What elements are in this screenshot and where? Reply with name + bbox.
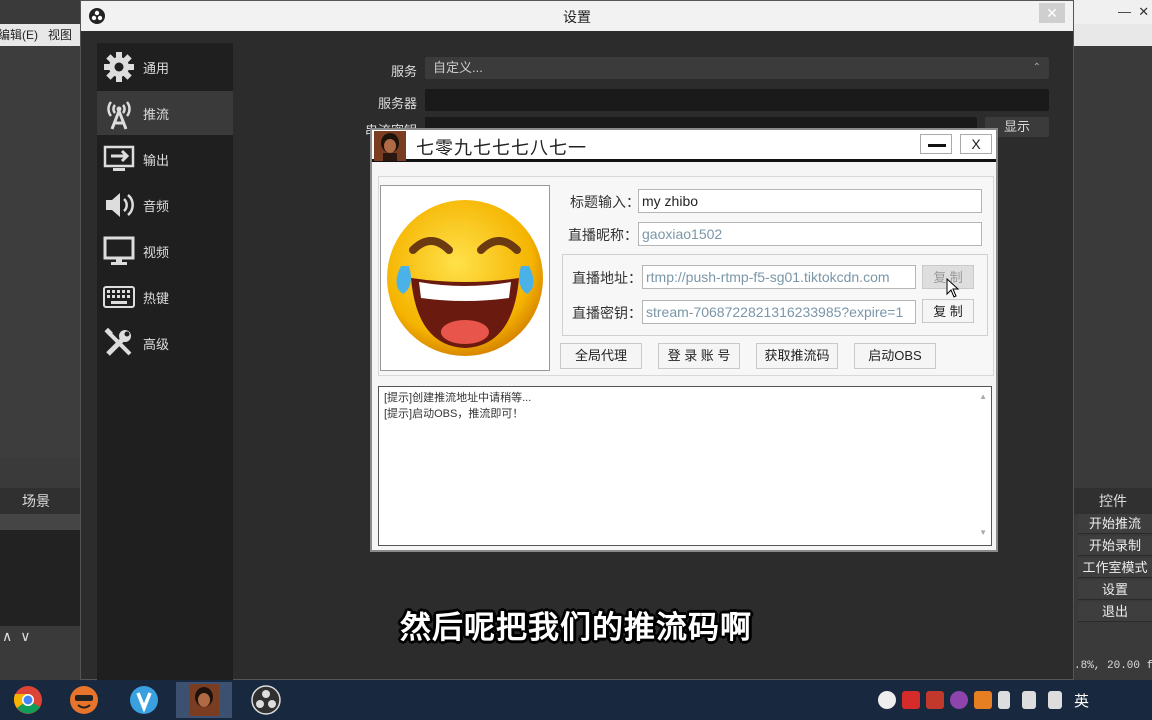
- obs-menubar: 编辑(E) 视图: [0, 24, 80, 46]
- obs-preview: [0, 46, 80, 458]
- minimize-icon[interactable]: —: [1118, 4, 1131, 19]
- launch-obs-button[interactable]: 启动OBS: [854, 343, 936, 369]
- login-account-button[interactable]: 登 录 账 号: [658, 343, 740, 369]
- start-recording-button[interactable]: 开始录制: [1078, 536, 1152, 556]
- server-input[interactable]: [425, 89, 1049, 111]
- scene-item[interactable]: [0, 514, 80, 530]
- start-streaming-button[interactable]: 开始推流: [1078, 514, 1152, 534]
- stream-address-label: 直播地址：: [572, 270, 642, 286]
- close-button[interactable]: X: [960, 134, 992, 154]
- title-input[interactable]: my zhibo: [638, 189, 982, 213]
- menu-view[interactable]: 视图: [48, 28, 72, 42]
- nav-advanced[interactable]: 高级: [97, 321, 233, 365]
- keyboard-icon: [101, 279, 137, 315]
- laughing-emoji-image: [380, 185, 550, 371]
- tray-qq-icon[interactable]: [950, 691, 968, 709]
- gear-icon: [101, 49, 137, 85]
- nav-label: 视频: [143, 244, 170, 260]
- nav-output[interactable]: 输出: [97, 137, 233, 181]
- v-app-icon[interactable]: [116, 682, 172, 718]
- nickname-input[interactable]: gaoxiao1502: [638, 222, 982, 246]
- settings-titlebar: 设置 ✕: [81, 1, 1073, 31]
- service-label: 服务: [390, 64, 417, 79]
- nav-general[interactable]: 通用: [97, 45, 233, 89]
- video-subtitle: 然后呢把我们的推流码啊: [400, 610, 752, 645]
- settings-title: 设置: [563, 9, 591, 25]
- spinner-arrows-icon: ⌃: [1032, 62, 1041, 73]
- log-line: [提示]创建推流地址中请稍等...: [384, 392, 532, 404]
- studio-mode-button[interactable]: 工作室模式: [1078, 558, 1152, 578]
- taskbar: 英: [0, 680, 1152, 720]
- nav-label: 推流: [143, 106, 170, 122]
- nav-stream[interactable]: 推流: [97, 91, 233, 135]
- nav-audio[interactable]: 音频: [97, 183, 233, 227]
- log-line: [提示]启动OBS，推流即可！: [384, 408, 524, 420]
- close-icon[interactable]: ✕: [1138, 4, 1149, 19]
- obs-icon[interactable]: [238, 682, 294, 718]
- tray-v-icon[interactable]: [902, 691, 920, 709]
- avatar: [374, 131, 406, 161]
- tray-battery-icon[interactable]: [998, 691, 1010, 709]
- nav-label: 热键: [143, 290, 170, 306]
- tray-notify-icon[interactable]: [974, 691, 992, 709]
- nav-video[interactable]: 视频: [97, 229, 233, 273]
- speaker-icon: [101, 187, 137, 223]
- nickname-label: 直播昵称：: [568, 227, 638, 243]
- log-textarea[interactable]: [提示]创建推流地址中请稍等... [提示]启动OBS，推流即可！ ▲ ▼: [378, 386, 992, 546]
- tray-obs-icon[interactable]: [878, 691, 896, 709]
- tools-icon: [101, 325, 137, 361]
- tool-title: 七零九七七七八七一: [416, 138, 587, 159]
- stream-address-input[interactable]: rtmp://push-rtmp-f5-sg01.tiktokcdn.com: [642, 265, 916, 289]
- game-icon[interactable]: [56, 682, 112, 718]
- mouse-cursor-icon: [946, 277, 960, 298]
- obs-titlebar: — ✕: [1074, 0, 1152, 24]
- nav-label: 输出: [143, 152, 170, 168]
- input-language-indicator[interactable]: 英: [1074, 690, 1089, 711]
- server-label: 服务器: [377, 96, 417, 111]
- get-stream-key-button[interactable]: 获取推流码: [756, 343, 838, 369]
- tray-app-icon[interactable]: [926, 691, 944, 709]
- nav-label: 音频: [143, 198, 170, 214]
- window-controls: — ✕: [1118, 4, 1149, 20]
- scroll-up-icon[interactable]: ▲: [979, 389, 987, 405]
- stream-key-input[interactable]: stream-7068722821316233985?expire=1: [642, 300, 916, 324]
- settings-close-button[interactable]: ✕: [1039, 3, 1065, 23]
- minimize-button[interactable]: [920, 134, 952, 154]
- status-bar-text: .8%, 20.00 fp: [1074, 660, 1152, 672]
- controls-header: 控件: [1074, 488, 1152, 514]
- antenna-icon: [101, 95, 137, 131]
- stream-tool-window: 七零九七七七八七一 X 标题输入： my zhibo 直播昵称： gaoxiao…: [370, 128, 998, 552]
- settings-button[interactable]: 设置: [1078, 580, 1152, 600]
- obs-menubar-right: [1074, 24, 1152, 46]
- service-value: 自定义...: [433, 60, 483, 75]
- title-input-label: 标题输入：: [570, 194, 640, 210]
- nav-label: 高级: [143, 336, 170, 352]
- tray-network-icon[interactable]: [1022, 691, 1036, 709]
- scenes-header: 场景: [0, 488, 80, 514]
- monitor-icon: [101, 233, 137, 269]
- service-select[interactable]: 自定义... ⌃: [425, 57, 1049, 79]
- output-icon: [101, 141, 137, 177]
- stream-key-label: 直播密钥：: [572, 305, 642, 321]
- nav-label: 通用: [143, 60, 170, 76]
- chrome-icon[interactable]: [0, 682, 56, 718]
- copy-key-button[interactable]: 复 制: [922, 299, 974, 323]
- nav-hotkeys[interactable]: 热键: [97, 275, 233, 319]
- global-proxy-button[interactable]: 全局代理: [560, 343, 642, 369]
- menu-edit[interactable]: 编辑(E): [0, 28, 38, 42]
- avatar-app-icon[interactable]: [176, 682, 232, 718]
- tool-titlebar: 七零九七七七八七一 X: [372, 130, 996, 162]
- obs-main-right: — ✕ 控件 开始推流 开始录制 工作室模式 设置 退出 .8%, 20.00 …: [1074, 0, 1152, 680]
- obs-main-left: 编辑(E) 视图 场景 ∧ ∨: [0, 0, 80, 680]
- scroll-down-icon[interactable]: ▼: [979, 525, 987, 541]
- tray-volume-icon[interactable]: [1048, 691, 1062, 709]
- settings-sidebar: 通用 推流 输出 音频 视频 热键 高级: [97, 43, 233, 683]
